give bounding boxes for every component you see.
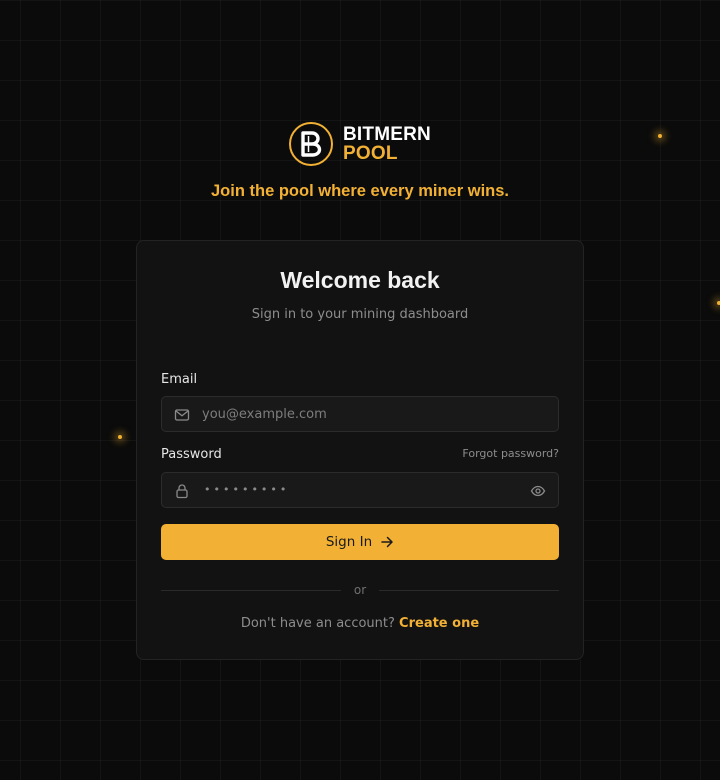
- arrow-right-icon: [381, 536, 393, 548]
- sign-in-label: Sign In: [325, 534, 373, 550]
- divider-line-right: [379, 590, 559, 591]
- brand-name-line2: POOL: [343, 143, 398, 164]
- logo-mark-icon: [289, 122, 333, 166]
- email-label: Email: [161, 372, 198, 387]
- login-card: Welcome back Sign in to your mining dash…: [136, 240, 584, 660]
- or-divider: or: [161, 582, 559, 598]
- glow-dot: [118, 435, 122, 439]
- eye-icon[interactable]: [530, 483, 546, 499]
- email-input[interactable]: [202, 397, 522, 431]
- brand-logo: BITMERN POOL: [289, 120, 431, 168]
- password-label: Password: [161, 447, 222, 462]
- sign-in-button[interactable]: Sign In: [161, 524, 559, 560]
- forgot-password-link[interactable]: Forgot password?: [462, 447, 559, 460]
- card-title: Welcome back: [280, 267, 440, 293]
- tagline: Join the pool where every miner wins.: [211, 182, 509, 200]
- glow-dot: [658, 134, 662, 138]
- brand-name-line1: BITMERN: [343, 124, 431, 145]
- create-account-link[interactable]: Create one: [399, 616, 479, 631]
- brand-name: BITMERN POOL: [343, 125, 431, 163]
- lock-icon: [176, 484, 188, 499]
- mail-icon: [174, 409, 190, 421]
- password-input[interactable]: •••••••••: [204, 473, 289, 507]
- email-field-wrapper[interactable]: [161, 396, 559, 432]
- password-field-wrapper[interactable]: •••••••••: [161, 472, 559, 508]
- signup-prompt: Don't have an account? Create one: [137, 616, 583, 631]
- card-subtitle: Sign in to your mining dashboard: [251, 307, 469, 322]
- signup-prompt-text: Don't have an account?: [240, 616, 395, 631]
